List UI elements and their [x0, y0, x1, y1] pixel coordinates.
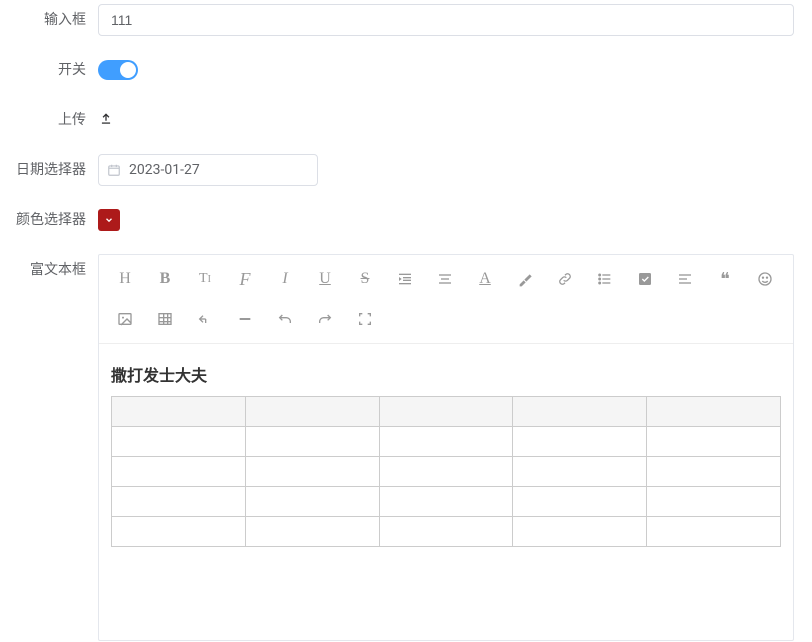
- editor-content[interactable]: 撒打发士大夫: [99, 344, 793, 640]
- table-header-cell: [647, 397, 781, 427]
- hr-icon[interactable]: [225, 299, 265, 339]
- table-cell: [379, 457, 513, 487]
- highlight-icon[interactable]: [505, 259, 545, 299]
- table-icon[interactable]: [145, 299, 185, 339]
- table-cell: [379, 427, 513, 457]
- table-cell: [513, 457, 647, 487]
- align-icon[interactable]: [425, 259, 465, 299]
- table-cell: [513, 517, 647, 547]
- table-cell: [112, 427, 246, 457]
- table-cell: [513, 487, 647, 517]
- italic-icon[interactable]: I: [265, 259, 305, 299]
- date-label: 日期选择器: [14, 154, 98, 186]
- code-icon[interactable]: [185, 299, 225, 339]
- table-cell: [513, 427, 647, 457]
- upload-icon[interactable]: [98, 111, 114, 127]
- table-cell: [245, 427, 379, 457]
- date-picker[interactable]: 2023-01-27: [98, 154, 318, 186]
- table-header-cell: [379, 397, 513, 427]
- color-label: 颜色选择器: [14, 204, 98, 236]
- font-family-icon[interactable]: F: [225, 259, 265, 299]
- image-icon[interactable]: [105, 299, 145, 339]
- bold-icon[interactable]: B: [145, 259, 185, 299]
- table-cell: [647, 517, 781, 547]
- table-header-cell: [112, 397, 246, 427]
- fullscreen-icon[interactable]: [345, 299, 385, 339]
- switch-toggle[interactable]: [98, 60, 138, 80]
- table-header-cell: [513, 397, 647, 427]
- table-cell: [245, 457, 379, 487]
- checklist-icon[interactable]: [625, 259, 665, 299]
- underline-icon[interactable]: U: [305, 259, 345, 299]
- table-header-cell: [245, 397, 379, 427]
- chevron-down-icon: [104, 215, 114, 225]
- table-cell: [112, 517, 246, 547]
- date-value: 2023-01-27: [129, 162, 200, 178]
- table-cell: [245, 517, 379, 547]
- richtext-editor: H B TI F I U S A: [98, 254, 794, 641]
- indent-icon[interactable]: [385, 259, 425, 299]
- table-cell: [245, 487, 379, 517]
- upload-label: 上传: [14, 104, 98, 136]
- editor-text: 撒打发士大夫: [111, 362, 781, 386]
- redo-icon[interactable]: [305, 299, 345, 339]
- table-cell: [647, 457, 781, 487]
- link-icon[interactable]: [545, 259, 585, 299]
- emoji-icon[interactable]: [745, 259, 785, 299]
- editor-toolbar: H B TI F I U S A: [99, 255, 793, 344]
- font-size-icon[interactable]: TI: [185, 259, 225, 299]
- table-cell: [112, 457, 246, 487]
- richtext-label: 富文本框: [14, 254, 98, 286]
- color-picker[interactable]: [98, 209, 120, 231]
- switch-knob: [120, 62, 136, 78]
- quote-icon[interactable]: ❝: [705, 259, 745, 299]
- strikethrough-icon[interactable]: S: [345, 259, 385, 299]
- table-cell: [647, 427, 781, 457]
- input-label: 输入框: [14, 4, 98, 36]
- align-left-icon[interactable]: [665, 259, 705, 299]
- switch-label: 开关: [14, 54, 98, 86]
- table-cell: [112, 487, 246, 517]
- list-icon[interactable]: [585, 259, 625, 299]
- table-cell: [379, 487, 513, 517]
- content-table: [111, 396, 781, 547]
- table-cell: [647, 487, 781, 517]
- text-input[interactable]: [98, 4, 794, 36]
- undo-icon[interactable]: [265, 299, 305, 339]
- table-cell: [379, 517, 513, 547]
- font-color-icon[interactable]: A: [465, 259, 505, 299]
- heading-icon[interactable]: H: [105, 259, 145, 299]
- calendar-icon: [107, 163, 121, 177]
